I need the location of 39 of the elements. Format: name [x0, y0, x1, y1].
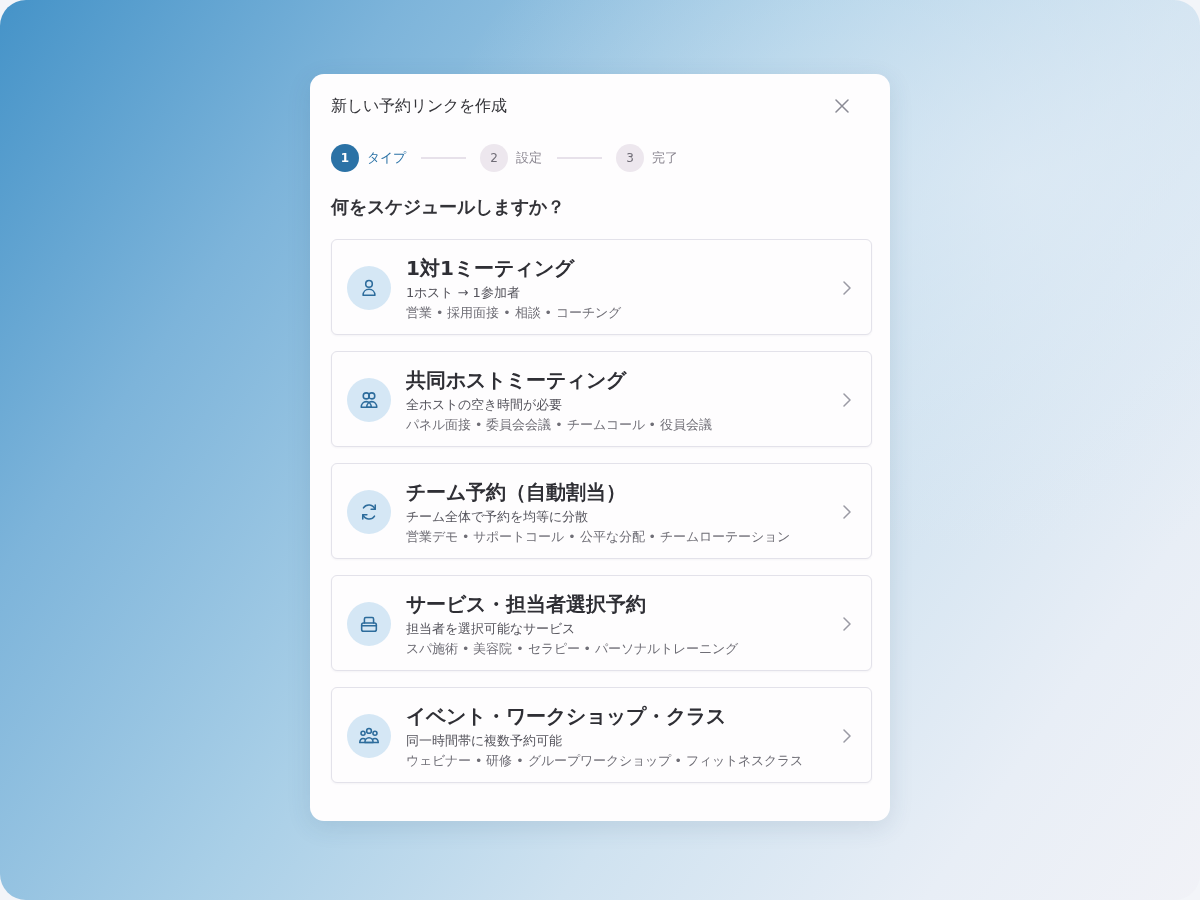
option-description: 担当者を選択可能なサービス — [406, 620, 575, 638]
dialog-title: 新しい予約リンクを作成 — [331, 95, 507, 117]
option-description: 同一時間帯に複数予約可能 — [406, 732, 562, 750]
option-examples: ウェビナー • 研修 • グループワークショップ • フィットネスクラス — [406, 752, 803, 770]
refresh-icon — [347, 490, 391, 534]
option-title: イベント・ワークショップ・クラス — [406, 703, 726, 730]
step-label: 設定 — [516, 149, 542, 167]
option-description: 全ホストの空き時間が必要 — [406, 396, 562, 414]
option-examples: パネル面接 • 委員会会議 • チームコール • 役員会議 — [406, 416, 712, 434]
chevron-right-icon — [843, 505, 851, 519]
option-examples: 営業 • 採用面接 • 相談 • コーチング — [406, 304, 621, 322]
option-title: チーム予約（自動割当） — [406, 479, 626, 506]
close-icon — [835, 99, 849, 113]
step-label: タイプ — [367, 149, 406, 167]
option-card[interactable]: 共同ホストミーティング 全ホストの空き時間が必要 パネル面接 • 委員会会議 • チームコール • 役員会議 — [331, 351, 872, 447]
two-people-icon — [347, 378, 391, 422]
option-card[interactable]: 1対1ミーティング 1ホスト → 1参加者 営業 • 採用面接 • 相談 • コーチング — [331, 239, 872, 335]
chevron-right-icon — [843, 617, 851, 631]
step-label: 完了 — [652, 149, 678, 167]
option-examples: スパ施術 • 美容院 • セラピー • パーソナルトレーニング — [406, 640, 738, 658]
option-card[interactable]: サービス・担当者選択予約 担当者を選択可能なサービス スパ施術 • 美容院 • セラピー • パーソナルトレーニング — [331, 575, 872, 671]
chevron-right-icon — [843, 729, 851, 743]
option-title: 1対1ミーティング — [406, 255, 574, 282]
chevron-right-icon — [843, 393, 851, 407]
option-description: チーム全体で予約を均等に分散 — [406, 508, 588, 526]
option-examples: 営業デモ • サポートコール • 公平な分配 • チームローテーション — [406, 528, 790, 546]
option-card[interactable]: イベント・ワークショップ・クラス 同一時間帯に複数予約可能 ウェビナー • 研修 • グループワークショップ • フィットネスクラス — [331, 687, 872, 783]
step-number: 2 — [480, 144, 508, 172]
option-title: サービス・担当者選択予約 — [406, 591, 646, 618]
step-number: 3 — [616, 144, 644, 172]
option-title: 共同ホストミーティング — [406, 367, 626, 394]
chevron-right-icon — [843, 281, 851, 295]
tray-icon — [347, 602, 391, 646]
option-description: 1ホスト → 1参加者 — [406, 284, 520, 302]
option-card[interactable]: チーム予約（自動割当） チーム全体で予約を均等に分散 営業デモ • サポートコール • 公平な分配 • チームローテーション — [331, 463, 872, 559]
group-icon — [347, 714, 391, 758]
step-number: 1 — [331, 144, 359, 172]
person-icon — [347, 266, 391, 310]
question-heading: 何をスケジュールしますか？ — [331, 195, 566, 219]
